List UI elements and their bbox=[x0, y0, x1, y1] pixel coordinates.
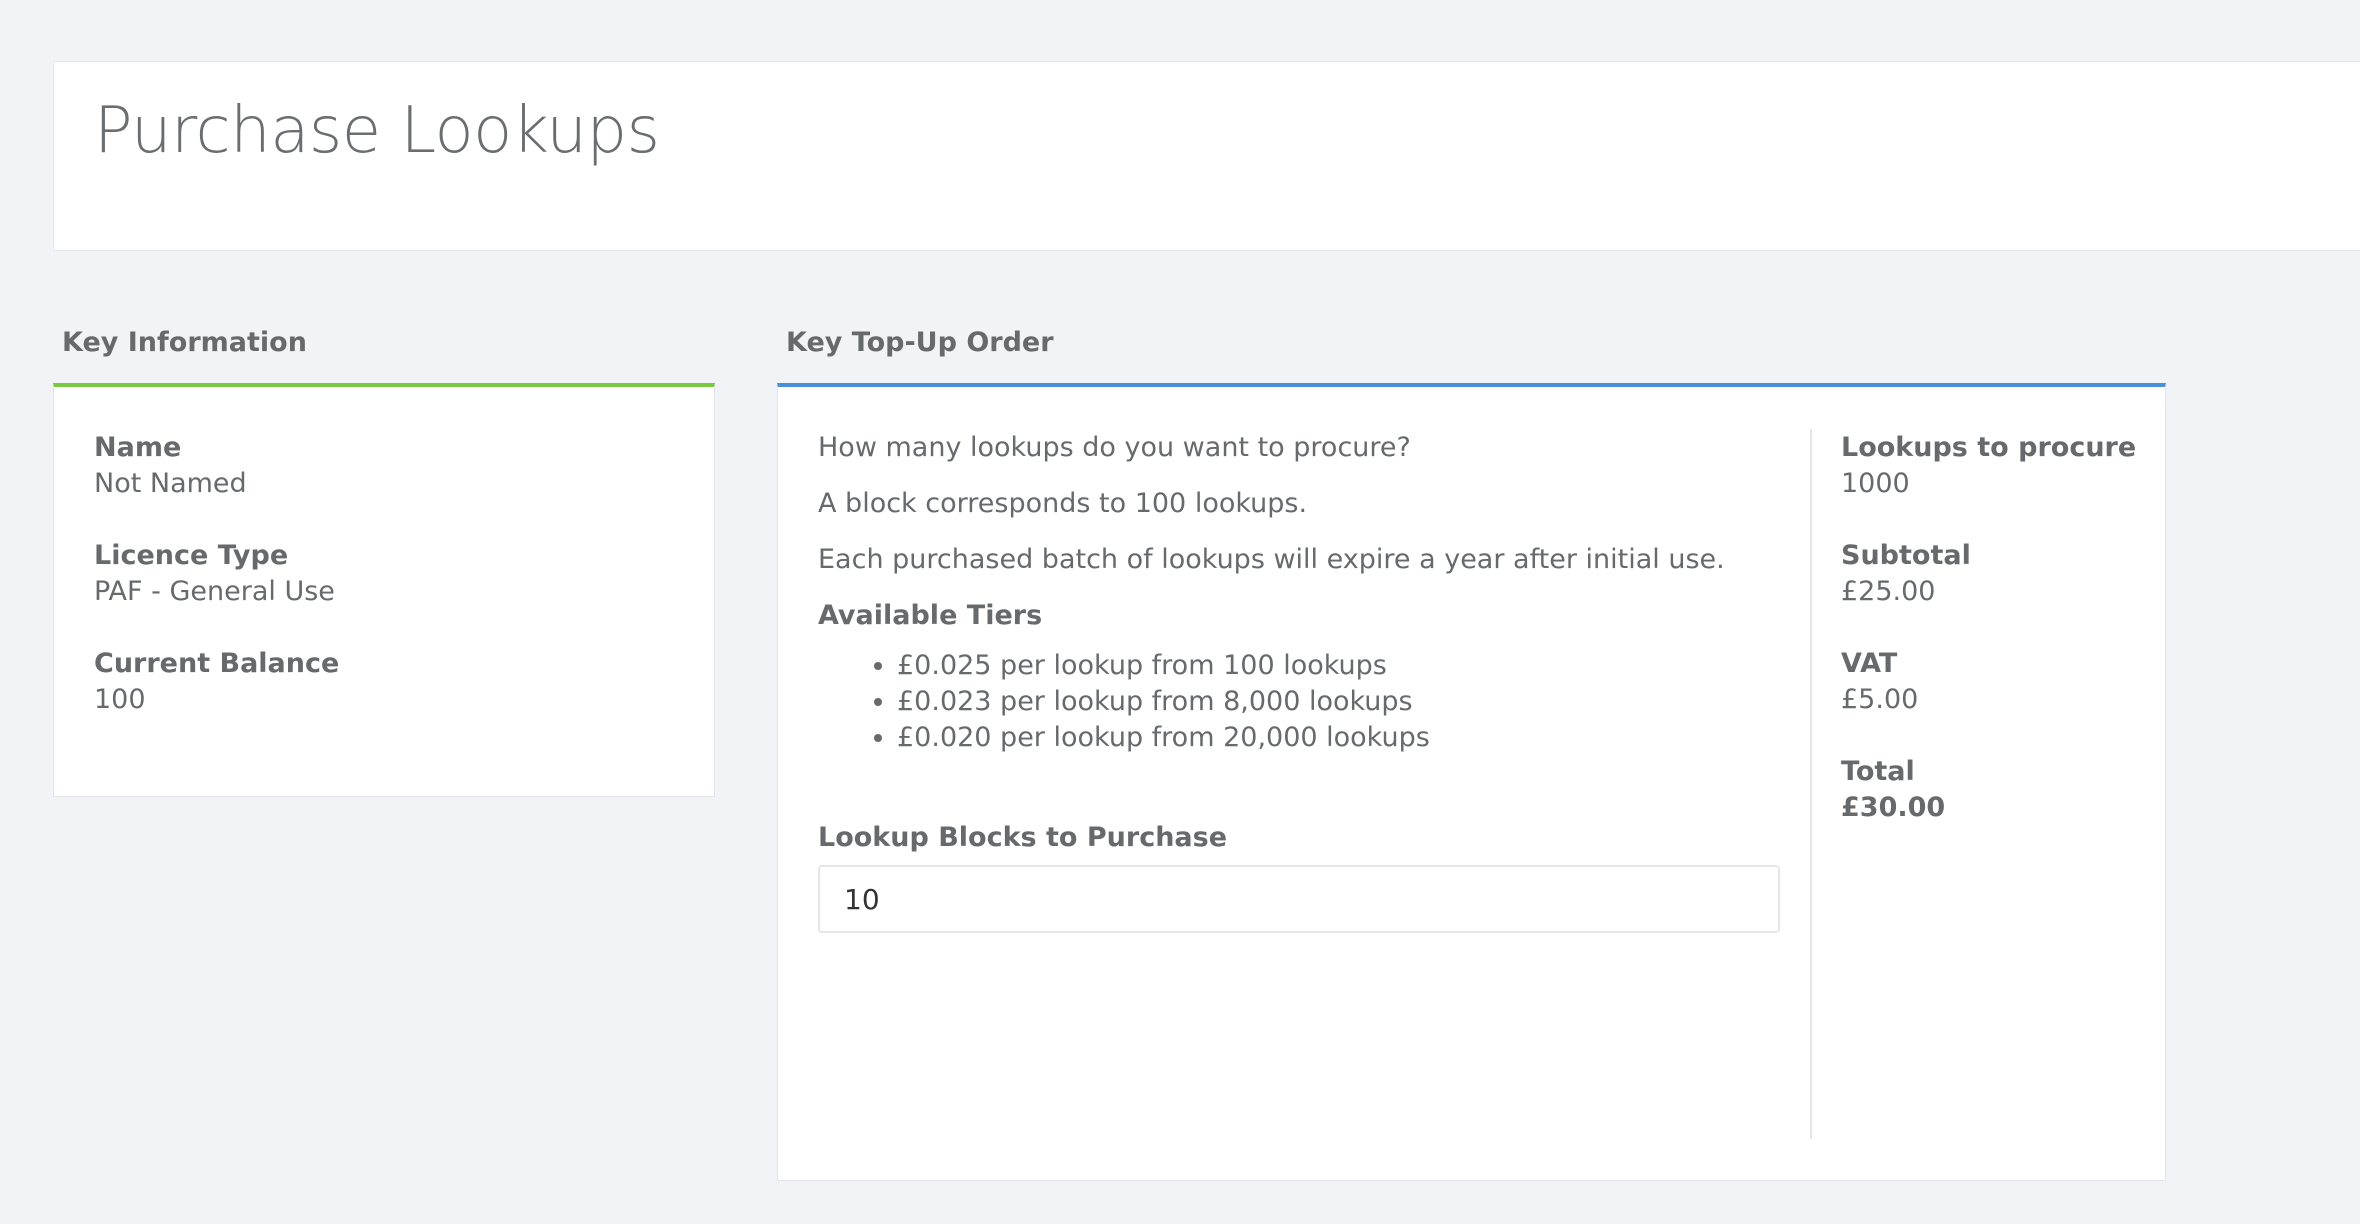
total-field: Total £30.00 bbox=[1841, 754, 1945, 826]
intro-block-size: A block corresponds to 100 lookups. bbox=[818, 488, 1308, 519]
tier-item: £0.023 per lookup from 8,000 lookups bbox=[897, 684, 1818, 720]
page-title: Purchase Lookups bbox=[94, 94, 660, 168]
key-information-panel: Name Not Named Licence Type PAF - Genera… bbox=[53, 383, 715, 797]
name-label: Name bbox=[94, 432, 182, 463]
licence-type-label: Licence Type bbox=[94, 540, 289, 571]
lookups-to-procure-value: 1000 bbox=[1841, 468, 1910, 499]
lookups-to-procure-field: Lookups to procure 1000 bbox=[1841, 430, 2136, 502]
intro-question: How many lookups do you want to procure? bbox=[818, 432, 1411, 463]
lookup-blocks-input[interactable] bbox=[818, 865, 1780, 933]
licence-type-field: Licence Type PAF - General Use bbox=[94, 538, 335, 610]
current-balance-value: 100 bbox=[94, 684, 146, 715]
subtotal-field: Subtotal £25.00 bbox=[1841, 538, 1971, 610]
tier-item: £0.020 per lookup from 20,000 lookups bbox=[897, 720, 1818, 756]
available-tiers-title: Available Tiers bbox=[818, 600, 1043, 631]
vat-label: VAT bbox=[1841, 648, 1898, 679]
top-up-order-heading: Key Top-Up Order bbox=[786, 327, 1054, 358]
order-description: How many lookups do you want to procure?… bbox=[818, 430, 1818, 756]
subtotal-label: Subtotal bbox=[1841, 540, 1971, 571]
intro-expiry: Each purchased batch of lookups will exp… bbox=[818, 544, 1725, 575]
key-information-heading: Key Information bbox=[62, 327, 307, 358]
tiers-list: £0.025 per lookup from 100 lookups £0.02… bbox=[818, 648, 1818, 756]
order-divider bbox=[1810, 429, 1812, 1139]
tier-item: £0.025 per lookup from 100 lookups bbox=[897, 648, 1818, 684]
name-field: Name Not Named bbox=[94, 430, 247, 502]
lookups-to-procure-label: Lookups to procure bbox=[1841, 432, 2137, 463]
total-label: Total bbox=[1841, 756, 1915, 787]
vat-value: £5.00 bbox=[1841, 684, 1919, 715]
subtotal-value: £25.00 bbox=[1841, 576, 1936, 607]
page-header: Purchase Lookups bbox=[53, 61, 2360, 251]
name-value: Not Named bbox=[94, 468, 247, 499]
lookup-blocks-label: Lookup Blocks to Purchase bbox=[818, 822, 1228, 853]
top-up-order-panel: How many lookups do you want to procure?… bbox=[777, 383, 2166, 1181]
current-balance-label: Current Balance bbox=[94, 648, 340, 679]
total-value: £30.00 bbox=[1841, 792, 1946, 823]
current-balance-field: Current Balance 100 bbox=[94, 646, 339, 718]
vat-field: VAT £5.00 bbox=[1841, 646, 1918, 718]
licence-type-value: PAF - General Use bbox=[94, 576, 335, 607]
